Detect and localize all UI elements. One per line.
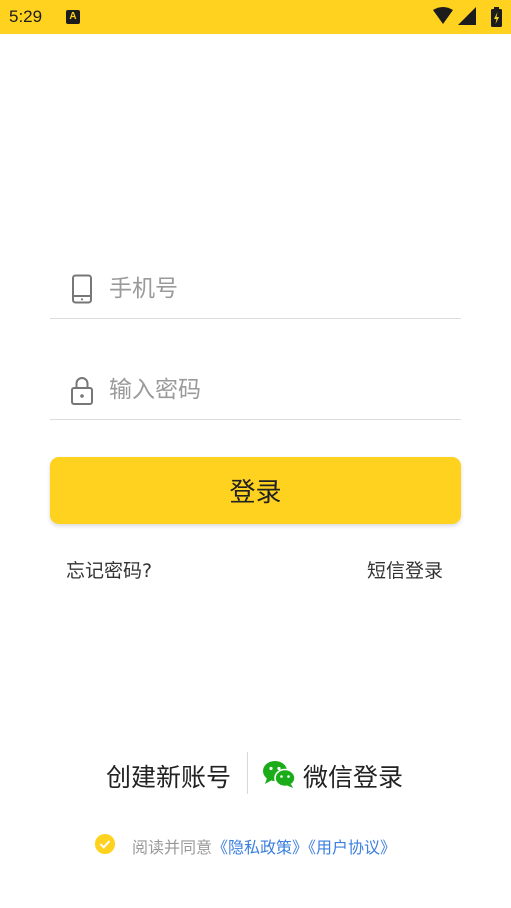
notification-a-icon: A	[66, 10, 80, 24]
battery-icon	[491, 7, 502, 27]
status-time: 5:29	[9, 7, 43, 26]
phone-icon	[72, 274, 92, 304]
password-field	[50, 363, 461, 420]
wechat-icon	[263, 761, 296, 788]
sms-login-link[interactable]: 短信登录	[367, 556, 443, 583]
status-bar: 5:29 A	[0, 0, 511, 34]
password-input[interactable]	[107, 371, 451, 409]
phone-field	[50, 262, 461, 319]
wechat-login-label: 微信登录	[303, 763, 404, 792]
create-account-button[interactable]: 创建新账号	[106, 758, 231, 794]
check-circle-icon[interactable]	[95, 834, 115, 854]
status-icons	[433, 7, 503, 27]
agreement-text: 阅读并同意《隐私政策》《用户协议》	[132, 834, 396, 858]
divider	[247, 752, 248, 794]
login-button[interactable]: 登录	[50, 457, 461, 524]
signal-icon	[458, 7, 476, 25]
bottom-actions: 创建新账号 微信登录	[0, 752, 511, 796]
agreement-prefix: 阅读并同意	[132, 838, 213, 857]
phone-input[interactable]	[107, 270, 451, 308]
wifi-icon	[433, 7, 453, 24]
forgot-password-link[interactable]: 忘记密码?	[66, 556, 152, 583]
lock-icon	[71, 377, 93, 405]
privacy-policy-link[interactable]: 《隐私政策》	[212, 838, 308, 857]
user-agreement-link[interactable]: 《用户协议》	[308, 838, 396, 857]
